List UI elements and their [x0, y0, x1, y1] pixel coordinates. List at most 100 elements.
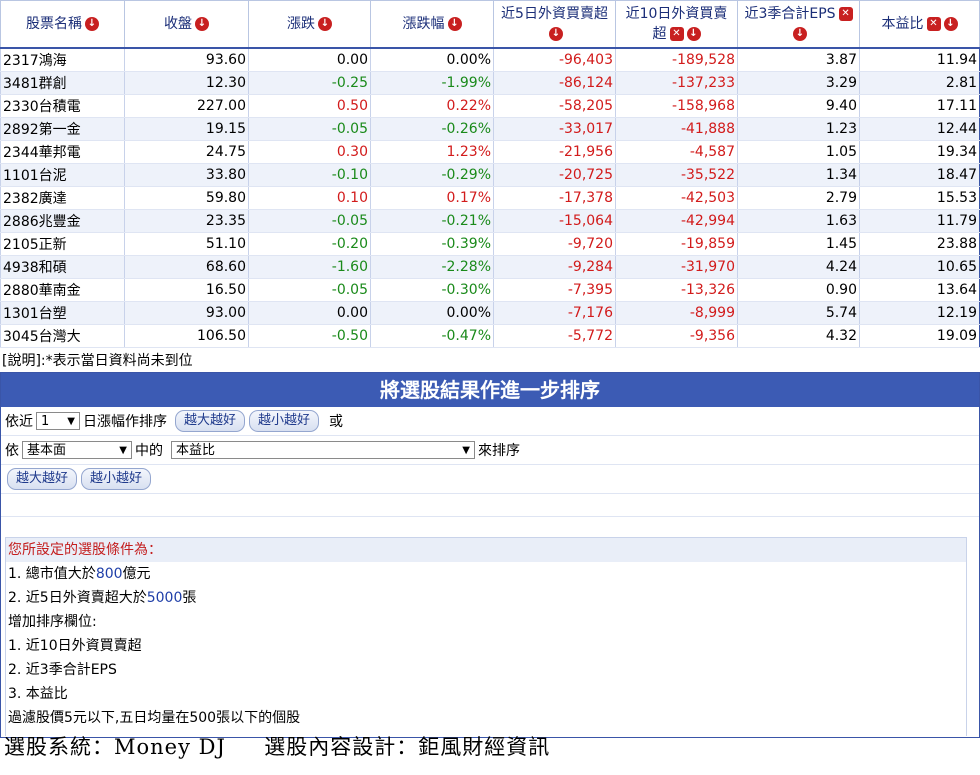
value-cell: 59.80 — [124, 186, 249, 210]
days-sort-asc-button[interactable]: 越小越好 — [249, 410, 320, 432]
stock-name-cell[interactable]: 3045台灣大 — [0, 324, 125, 348]
value-cell: -7,395 — [493, 278, 616, 302]
sort-down-icon[interactable]: ↓ — [793, 27, 807, 41]
value-cell: 17.11 — [859, 94, 980, 118]
remove-column-icon[interactable]: ✕ — [926, 17, 941, 31]
value-cell: -0.39% — [370, 232, 494, 256]
table-header-row: 股票名稱 ↓ 收盤 ↓ 漲跌 ↓ 漲跌幅 ↓ 近5日外資買賣超↓ 近10日外資買賣超 ✕ ↓ 近3季合計… — [0, 0, 980, 49]
value-cell: -189,528 — [615, 48, 738, 72]
table-row: 1301台塑 93.00 0.00 0.00% -7,176 -8,999 5.74 12.1… — [0, 301, 980, 325]
value-cell: 23.88 — [859, 232, 980, 256]
sort-down-icon[interactable]: ↓ — [943, 17, 958, 31]
sort-by-days-row: 依近 1 ▼ 日漲幅作排序 越大越好 越小越好 或 — [1, 407, 979, 436]
extra-sort-heading: 增加排序欄位: — [8, 614, 97, 630]
value-cell: 19.34 — [859, 140, 980, 164]
sort-panel-title: 將選股結果作進一步排序 — [1, 373, 979, 407]
value-cell: 13.64 — [859, 278, 980, 302]
column-header-label: 漲跌 — [287, 16, 315, 32]
table-row: 2892第一金 19.15 -0.05 -0.26% -33,017 -41,888 1.2… — [0, 117, 980, 141]
value-cell: 93.00 — [124, 301, 249, 325]
value-cell: -9,284 — [493, 255, 616, 279]
value-cell: 4.32 — [737, 324, 860, 348]
value-cell: -0.10 — [248, 163, 371, 187]
stock-name-cell[interactable]: 2344華邦電 — [0, 140, 125, 164]
value-cell: -13,326 — [615, 278, 738, 302]
sort-down-icon[interactable]: ↓ — [85, 17, 99, 31]
category-select[interactable]: 基本面 ▼ — [22, 441, 132, 459]
stock-screener-page: 股票名稱 ↓ 收盤 ↓ 漲跌 ↓ 漲跌幅 ↓ 近5日外資買賣超↓ 近10日外資買賣超 ✕ ↓ 近3季合計… — [0, 0, 980, 775]
value-cell: -19,859 — [615, 232, 738, 256]
column-header: 近5日外資買賣超 ↓ — [493, 0, 616, 49]
stock-name-cell[interactable]: 2886兆豐金 — [0, 209, 125, 233]
value-cell: -41,888 — [615, 117, 738, 141]
value-cell: 1.23 — [737, 117, 860, 141]
value-cell: -0.05 — [248, 117, 371, 141]
value-cell: 11.79 — [859, 209, 980, 233]
value-cell: 1.45 — [737, 232, 860, 256]
table-row: 4938和碩 68.60 -1.60 -2.28% -9,284 -31,970 4.24 1… — [0, 255, 980, 279]
stock-name-cell[interactable]: 2317鴻海 — [0, 48, 125, 72]
value-cell: -0.05 — [248, 278, 371, 302]
table-row: 2105正新 51.10 -0.20 -0.39% -9,720 -19,859 1.45 2… — [0, 232, 980, 256]
days-sort-desc-button[interactable]: 越大越好 — [175, 410, 246, 432]
value-cell: 5.74 — [737, 301, 860, 325]
value-cell: 1.63 — [737, 209, 860, 233]
value-cell: -42,994 — [615, 209, 738, 233]
stock-name-cell[interactable]: 1301台塑 — [0, 301, 125, 325]
value-cell: -7,176 — [493, 301, 616, 325]
days-select-value: 1 — [41, 414, 50, 429]
days-suffix-label: 日漲幅作排序 — [83, 414, 167, 430]
table-row: 2330台積電 227.00 0.50 0.22% -58,205 -158,968 9.4… — [0, 94, 980, 118]
table-row: 2886兆豐金 23.35 -0.05 -0.21% -15,064 -42,994 1.6… — [0, 209, 980, 233]
stock-name-cell[interactable]: 3481群創 — [0, 71, 125, 95]
value-cell: 4.24 — [737, 255, 860, 279]
sort-panel: 將選股結果作進一步排序 依近 1 ▼ 日漲幅作排序 越大越好 越小越好 或 依 … — [0, 372, 980, 738]
field-sort-desc-button[interactable]: 越大越好 — [7, 468, 78, 490]
value-cell: -0.05 — [248, 209, 371, 233]
field-sort-asc-button[interactable]: 越小越好 — [81, 468, 152, 490]
value-cell: 0.30 — [248, 140, 371, 164]
remove-column-icon[interactable]: ✕ — [669, 27, 684, 41]
sort-down-icon[interactable]: ↓ — [318, 17, 332, 31]
column-header: 股票名稱 ↓ — [0, 0, 125, 49]
sort-down-icon[interactable]: ↓ — [447, 17, 462, 31]
field-select[interactable]: 本益比 ▼ — [171, 441, 475, 459]
value-cell: 1.23% — [370, 140, 494, 164]
chevron-down-icon: ▼ — [67, 416, 75, 427]
field-prefix-label: 依 — [5, 443, 19, 459]
value-cell: 1.05 — [737, 140, 860, 164]
stock-name-cell[interactable]: 2880華南金 — [0, 278, 125, 302]
value-cell: 0.90 — [737, 278, 860, 302]
value-cell: 15.53 — [859, 186, 980, 210]
value-cell: -9,720 — [493, 232, 616, 256]
column-header: 漲跌幅 ↓ — [370, 0, 494, 49]
stock-results-table: 股票名稱 ↓ 收盤 ↓ 漲跌 ↓ 漲跌幅 ↓ 近5日外資買賣超↓ 近10日外資買賣超 ✕ ↓ 近3季合計… — [0, 0, 980, 348]
sort-down-icon[interactable]: ↓ — [686, 27, 701, 41]
column-header: 收盤 ↓ — [124, 0, 249, 49]
remove-column-icon[interactable]: ✕ — [838, 7, 853, 21]
value-cell: 9.40 — [737, 94, 860, 118]
column-header-label: 近5日外資買賣超 — [501, 6, 608, 22]
stock-name-cell[interactable]: 2330台積電 — [0, 94, 125, 118]
field-sort-buttons-row: 越大越好 越小越好 — [1, 465, 979, 494]
filter-note: 過濾股價5元以下,五日均量在500張以下的個股 — [8, 710, 301, 726]
value-cell: 0.00% — [370, 48, 494, 72]
stock-name-cell[interactable]: 1101台泥 — [0, 163, 125, 187]
stock-name-cell[interactable]: 2382廣達 — [0, 186, 125, 210]
stock-name-cell[interactable]: 2892第一金 — [0, 117, 125, 141]
sort-down-icon[interactable]: ↓ — [195, 17, 209, 31]
days-select[interactable]: 1 ▼ — [36, 412, 80, 430]
value-cell: -35,522 — [615, 163, 738, 187]
data-note: [說明]:*表示當日資料尚未到位 — [2, 353, 193, 369]
sort-by-field-row: 依 基本面 ▼ 中的 本益比 ▼ 來排序 — [1, 436, 979, 465]
value-cell: 3.87 — [737, 48, 860, 72]
value-cell: -0.29% — [370, 163, 494, 187]
field-middle-label: 中的 — [135, 443, 163, 459]
table-row: 2382廣達 59.80 0.10 0.17% -17,378 -42,503 2.79 15… — [0, 186, 980, 210]
value-cell: 68.60 — [124, 255, 249, 279]
stock-name-cell[interactable]: 2105正新 — [0, 232, 125, 256]
sort-down-icon[interactable]: ↓ — [549, 27, 563, 41]
condition-unit: 張 — [182, 590, 197, 606]
spacer-row — [1, 494, 979, 517]
stock-name-cell[interactable]: 4938和碩 — [0, 255, 125, 279]
